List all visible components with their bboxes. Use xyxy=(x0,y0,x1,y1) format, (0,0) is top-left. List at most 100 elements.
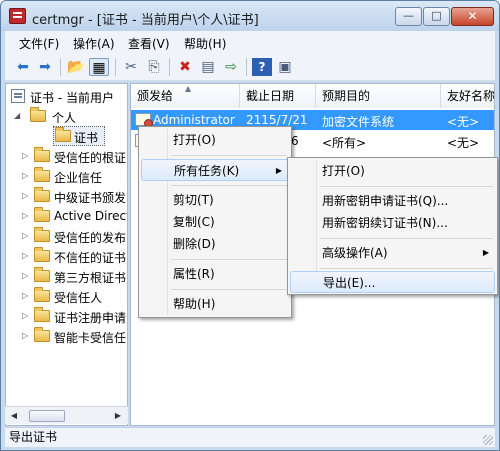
maximize-button[interactable]: □ xyxy=(423,7,450,26)
tree-pane[interactable]: 证书 - 当前用户 ◢ 个人 证书 ▷ 受信任的根证 ▷ 企业信任 ▷ 中级证书… xyxy=(5,83,128,426)
sub-request-new-key[interactable]: 用新密钥申请证书(Q)... xyxy=(290,190,495,212)
tree-item-label: 中级证书颁发 xyxy=(54,191,127,205)
help-icon[interactable]: ? xyxy=(252,58,272,76)
ctx-all-tasks[interactable]: 所有任务(K) ▶ xyxy=(141,159,289,181)
copy-icon[interactable]: ⎘ xyxy=(144,58,164,76)
console-icon[interactable]: ▣ xyxy=(275,58,295,76)
ctx-copy[interactable]: 复制(C) xyxy=(141,211,289,233)
cell-friendly-name: <无> xyxy=(447,136,480,150)
certmgr-window: certmgr - [证书 - 当前用户\个人\证书] — □ ✕ 文件(F) … xyxy=(0,0,500,451)
scroll-left-icon[interactable]: ◀ xyxy=(7,409,21,422)
menu-file[interactable]: 文件(F) xyxy=(19,35,59,52)
up-folder-icon[interactable]: 📂 xyxy=(66,58,86,76)
sub-renew-new-key[interactable]: 用新密钥续订证书(N)... xyxy=(290,212,495,234)
tree-item-certificates[interactable]: 证书 xyxy=(6,126,127,146)
column-purpose[interactable]: 预期目的 xyxy=(316,84,441,108)
expand-collapsed-icon[interactable]: ▷ xyxy=(22,152,30,160)
properties-icon[interactable]: ▤ xyxy=(198,58,218,76)
expand-expanded-icon[interactable]: ◢ xyxy=(14,112,22,120)
expand-collapsed-icon[interactable]: ▷ xyxy=(22,172,30,180)
expand-collapsed-icon[interactable]: ▷ xyxy=(22,212,30,220)
column-expiry[interactable]: 截止日期 xyxy=(240,84,316,108)
tree-horizontal-scrollbar[interactable]: ◀ ▶ xyxy=(5,406,128,424)
menu-action[interactable]: 操作(A) xyxy=(73,35,115,52)
certmgr-app-icon[interactable] xyxy=(9,8,26,24)
tree-item-intermediate-ca[interactable]: ▷ 中级证书颁发 xyxy=(6,186,127,206)
tree-root-label: 证书 - 当前用户 xyxy=(30,91,114,105)
folder-icon xyxy=(34,307,50,322)
cell-expiry: 6 xyxy=(291,134,299,148)
folder-icon xyxy=(34,167,50,182)
expand-collapsed-icon[interactable]: ▷ xyxy=(22,192,30,200)
folder-icon xyxy=(34,287,50,302)
tree-item-enterprise-trust[interactable]: ▷ 企业信任 xyxy=(6,166,127,186)
tree-item-label: 个人 xyxy=(52,111,77,125)
ctx-open[interactable]: 打开(O) xyxy=(141,129,289,151)
menu-view[interactable]: 查看(V) xyxy=(128,35,170,52)
status-text: 导出证书 xyxy=(9,430,58,444)
tree-item-active-directory[interactable]: ▷ Active Direct xyxy=(6,206,127,226)
folder-icon xyxy=(34,147,50,162)
expand-collapsed-icon[interactable]: ▷ xyxy=(22,332,30,340)
menu-separator xyxy=(320,268,493,269)
tree-item-trusted-root[interactable]: ▷ 受信任的根证 xyxy=(6,146,127,166)
export-list-icon[interactable]: ⇨ xyxy=(221,58,241,76)
scroll-right-icon[interactable]: ▶ xyxy=(111,409,125,422)
tree-item-third-party-root[interactable]: ▷ 第三方根证书 xyxy=(6,266,127,286)
menu-item-label: 打开(O) xyxy=(322,164,365,178)
expand-collapsed-icon[interactable]: ▷ xyxy=(22,272,30,280)
tree-item-trusted-publishers[interactable]: ▷ 受信任的发布 xyxy=(6,226,127,246)
sort-ascending-icon: ▲ xyxy=(185,84,192,93)
resize-grip-icon[interactable] xyxy=(483,435,493,445)
expand-collapsed-icon[interactable]: ▷ xyxy=(22,232,30,240)
expand-collapsed-icon[interactable]: ▷ xyxy=(22,292,30,300)
menu-separator xyxy=(171,185,287,186)
sub-open[interactable]: 打开(O) xyxy=(290,160,495,182)
column-friendly-name[interactable]: 友好名称 xyxy=(441,84,494,108)
forward-arrow-icon[interactable]: ➡ xyxy=(35,58,55,76)
toolbar-separator xyxy=(246,58,247,76)
tree-item-smart-card-trusted[interactable]: ▷ 智能卡受信任 xyxy=(6,326,127,346)
column-issued-to[interactable]: ▲ 颁发给 xyxy=(131,84,240,108)
column-label: 截止日期 xyxy=(246,89,295,103)
title-bar[interactable]: certmgr - [证书 - 当前用户\个人\证书] — □ ✕ xyxy=(1,1,499,31)
tree-item-personal[interactable]: ◢ 个人 xyxy=(6,106,127,126)
minimize-button[interactable]: — xyxy=(395,7,422,26)
scroll-thumb[interactable] xyxy=(29,410,65,422)
delete-icon[interactable]: ✖ xyxy=(175,58,195,76)
cell-expiry: 2115/7/21 xyxy=(246,113,308,127)
expand-collapsed-icon[interactable]: ▷ xyxy=(22,252,30,260)
tree-item-untrusted[interactable]: ▷ 不信任的证书 xyxy=(6,246,127,266)
ctx-help[interactable]: 帮助(H) xyxy=(141,293,289,315)
close-button[interactable]: ✕ xyxy=(451,7,494,26)
toolbar-separator xyxy=(115,58,116,76)
folder-icon xyxy=(34,327,50,342)
tree-item-trusted-people[interactable]: ▷ 受信任人 xyxy=(6,286,127,306)
menu-separator xyxy=(320,186,493,187)
tree-root[interactable]: 证书 - 当前用户 xyxy=(6,86,127,106)
menu-item-label: 用新密钥申请证书(Q)... xyxy=(322,194,449,208)
menu-separator xyxy=(171,289,287,290)
tree-item-label: 受信任人 xyxy=(54,291,103,305)
back-arrow-icon[interactable]: ⬅ xyxy=(13,58,33,76)
menu-item-label: 高级操作(A) xyxy=(322,246,388,260)
show-tree-icon[interactable]: ▦ xyxy=(89,58,109,76)
tree-item-label: 证书 xyxy=(74,131,99,145)
tree-item-label: 第三方根证书 xyxy=(54,271,127,285)
menu-separator xyxy=(171,155,287,156)
expand-collapsed-icon[interactable]: ▷ xyxy=(22,312,30,320)
tree-item-label: 证书注册申请 xyxy=(54,311,127,325)
tree-item-enrollment-requests[interactable]: ▷ 证书注册申请 xyxy=(6,306,127,326)
tree-item-label: 受信任的发布 xyxy=(54,231,127,245)
menu-help[interactable]: 帮助(H) xyxy=(184,35,226,52)
sub-advanced-operations[interactable]: 高级操作(A) ▶ xyxy=(290,242,495,264)
sub-export[interactable]: 导出(E)... xyxy=(290,271,495,293)
ctx-delete[interactable]: 删除(D) xyxy=(141,233,289,255)
submenu-arrow-icon: ▶ xyxy=(482,248,489,257)
ctx-cut[interactable]: 剪切(T) xyxy=(141,189,289,211)
menu-item-label: 用新密钥续订证书(N)... xyxy=(322,216,448,230)
cut-icon[interactable]: ✂ xyxy=(121,58,141,76)
menu-item-label: 复制(C) xyxy=(173,215,215,229)
menu-item-label: 帮助(H) xyxy=(173,297,216,311)
ctx-properties[interactable]: 属性(R) xyxy=(141,263,289,285)
